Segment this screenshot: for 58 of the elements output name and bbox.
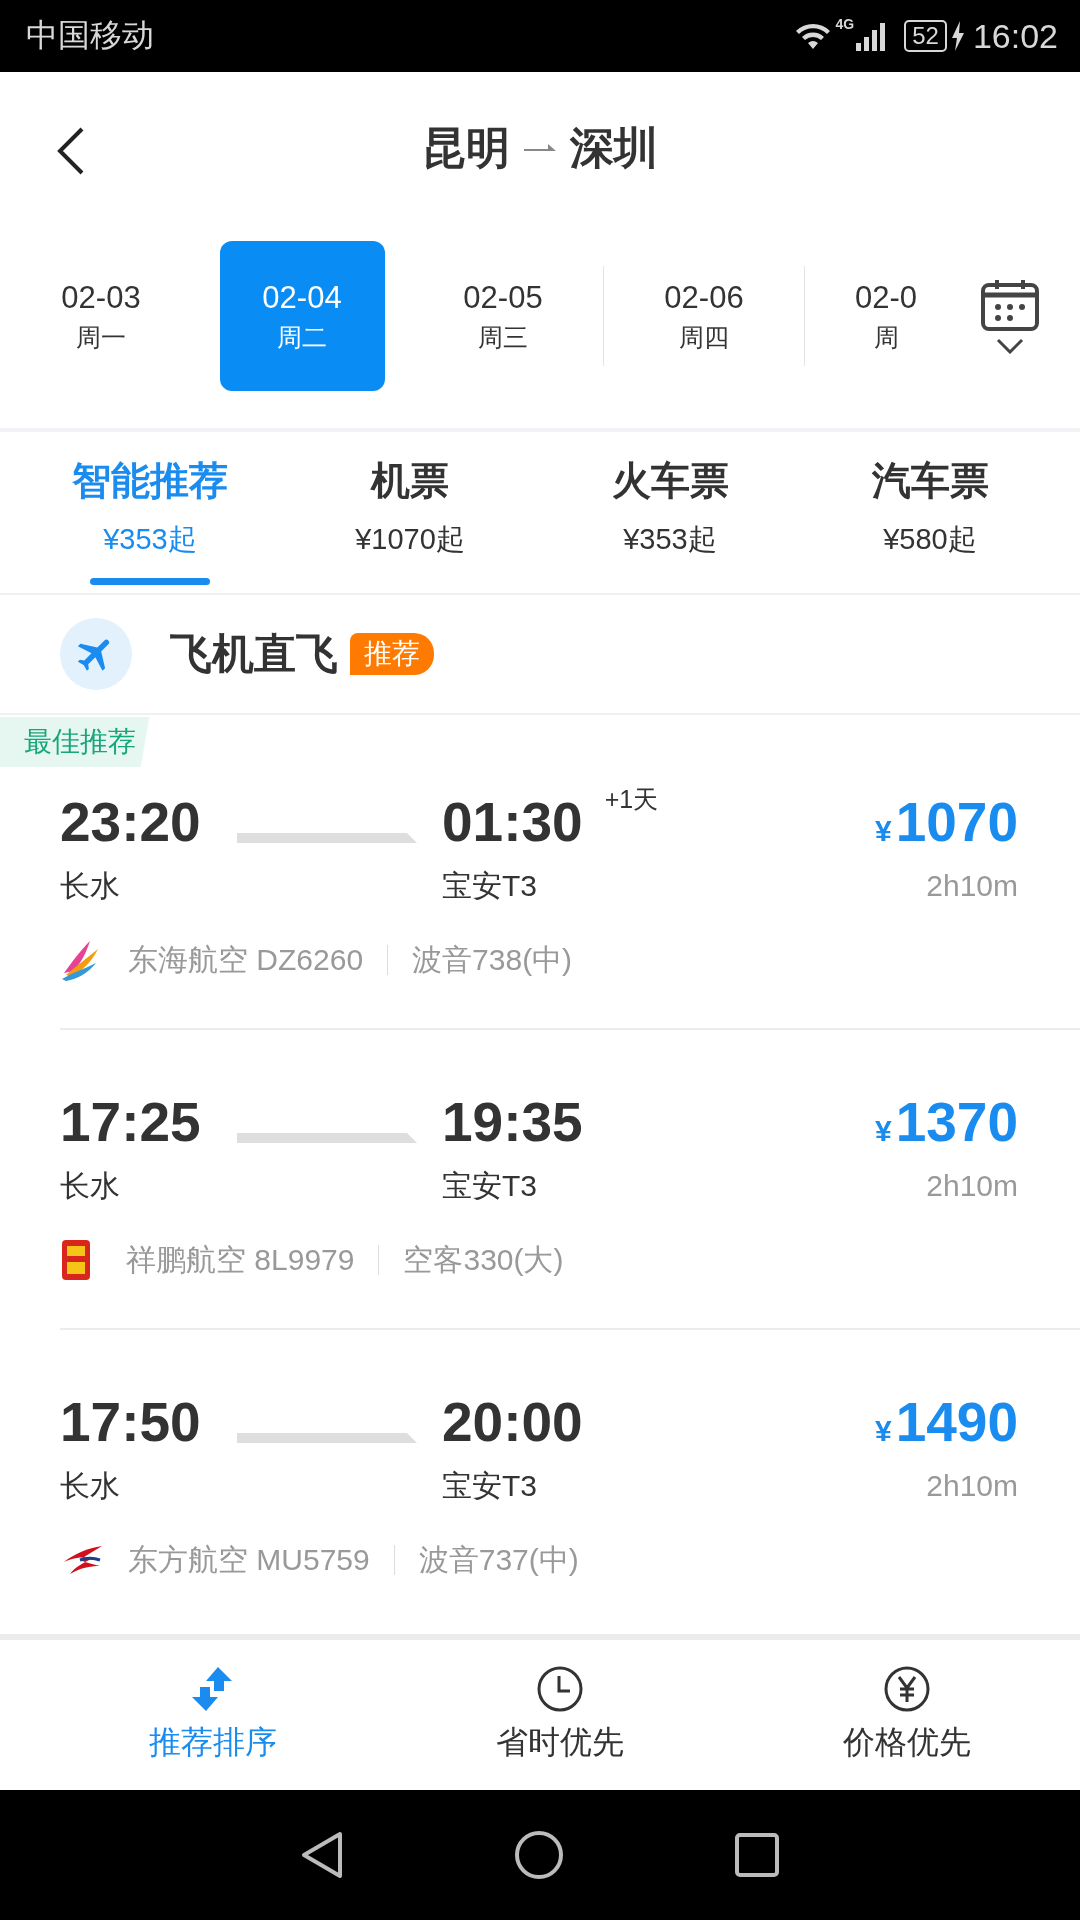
sort-option[interactable]: 价格优先 xyxy=(733,1640,1080,1790)
airline-flight: 东方航空 MU5759 xyxy=(128,1542,370,1578)
date-tab[interactable]: 02-0 周 xyxy=(855,241,918,391)
currency-symbol: ¥ xyxy=(874,1114,892,1148)
aircraft-type: 波音737(中) xyxy=(418,1542,579,1578)
flight-card[interactable]: 17:50 20:00 ¥1490 长水 宝安T3 2h10m 东方航空 MU5759 波音737(中) xyxy=(0,1330,1080,1628)
currency-symbol: ¥ xyxy=(874,1414,892,1448)
date-tab[interactable]: 02-03 周一 xyxy=(18,241,184,391)
chevron-down-icon[interactable] xyxy=(996,338,1024,354)
currency-symbol: ¥ xyxy=(874,814,892,848)
flight-card[interactable]: 最佳推荐 23:20 01:30 +1天 ¥1070 长水 宝安T3 2h10m 东海航空 DZ6260 波音738(中) xyxy=(0,715,1080,1028)
arrival-time: 01:30 xyxy=(442,790,583,854)
departure-time: 17:25 xyxy=(60,1090,202,1154)
network-type: 4G xyxy=(835,16,855,32)
ticket-price: 1370 xyxy=(895,1090,1018,1154)
sort-option[interactable]: 省时优先 xyxy=(386,1640,734,1790)
arrival-time: 20:00 xyxy=(442,1390,583,1454)
arrival-time: 19:35 xyxy=(442,1090,583,1154)
home-nav-icon[interactable] xyxy=(514,1830,564,1880)
clock-icon xyxy=(536,1665,584,1713)
recommend-badge: 推荐 xyxy=(350,633,434,675)
destination-city: 深圳 xyxy=(570,122,658,174)
calendar-icon[interactable] xyxy=(980,278,1040,332)
carrier-name: 中国移动 xyxy=(26,16,155,55)
date-tab[interactable]: 02-05 周三 xyxy=(420,241,586,391)
category-tab[interactable]: 汽车票 ¥580起 xyxy=(800,432,1060,593)
recents-nav-icon[interactable] xyxy=(734,1832,780,1878)
origin-city: 昆明 xyxy=(422,122,510,174)
arrival-airport: 宝安T3 xyxy=(442,868,538,904)
section-title: 飞机直飞 xyxy=(170,629,338,679)
flight-duration: 2h10m xyxy=(925,868,1018,904)
date-tab[interactable]: 02-06 周四 xyxy=(621,241,787,391)
aircraft-type: 波音738(中) xyxy=(412,942,573,978)
airline-flight: 祥鹏航空 8L9979 xyxy=(126,1242,355,1278)
departure-airport: 长水 xyxy=(60,1168,121,1204)
arrival-airport: 宝安T3 xyxy=(442,1468,538,1504)
departure-time: 17:50 xyxy=(60,1390,202,1454)
clock-time: 16:02 xyxy=(972,16,1058,56)
flight-card[interactable]: 17:25 19:35 ¥1370 长水 宝安T3 2h10m 祥鹏航空 8L9979 空客330(大) xyxy=(0,1030,1080,1328)
flight-duration: 2h10m xyxy=(925,1168,1018,1204)
battery-indicator: 52 xyxy=(904,20,947,52)
charging-icon xyxy=(950,21,965,51)
aircraft-type: 空客330(大) xyxy=(403,1242,564,1278)
departure-airport: 长水 xyxy=(60,868,121,904)
category-tab[interactable]: 机票 ¥1070起 xyxy=(280,432,540,593)
departure-time: 23:20 xyxy=(60,790,202,854)
airline-flight: 东海航空 DZ6260 xyxy=(128,942,364,978)
yen-icon xyxy=(882,1665,931,1713)
category-tab[interactable]: 火车票 ¥353起 xyxy=(540,432,800,593)
seal-logo-icon xyxy=(60,1238,92,1282)
next-day-label: +1天 xyxy=(604,784,659,814)
ticket-price: 1070 xyxy=(895,790,1018,854)
flight-duration: 2h10m xyxy=(925,1468,1018,1504)
departure-airport: 长水 xyxy=(60,1468,121,1504)
arrival-airport: 宝安T3 xyxy=(442,1168,538,1204)
ticket-price: 1490 xyxy=(895,1390,1018,1454)
back-icon[interactable] xyxy=(56,126,86,176)
back-nav-icon[interactable] xyxy=(300,1830,344,1880)
